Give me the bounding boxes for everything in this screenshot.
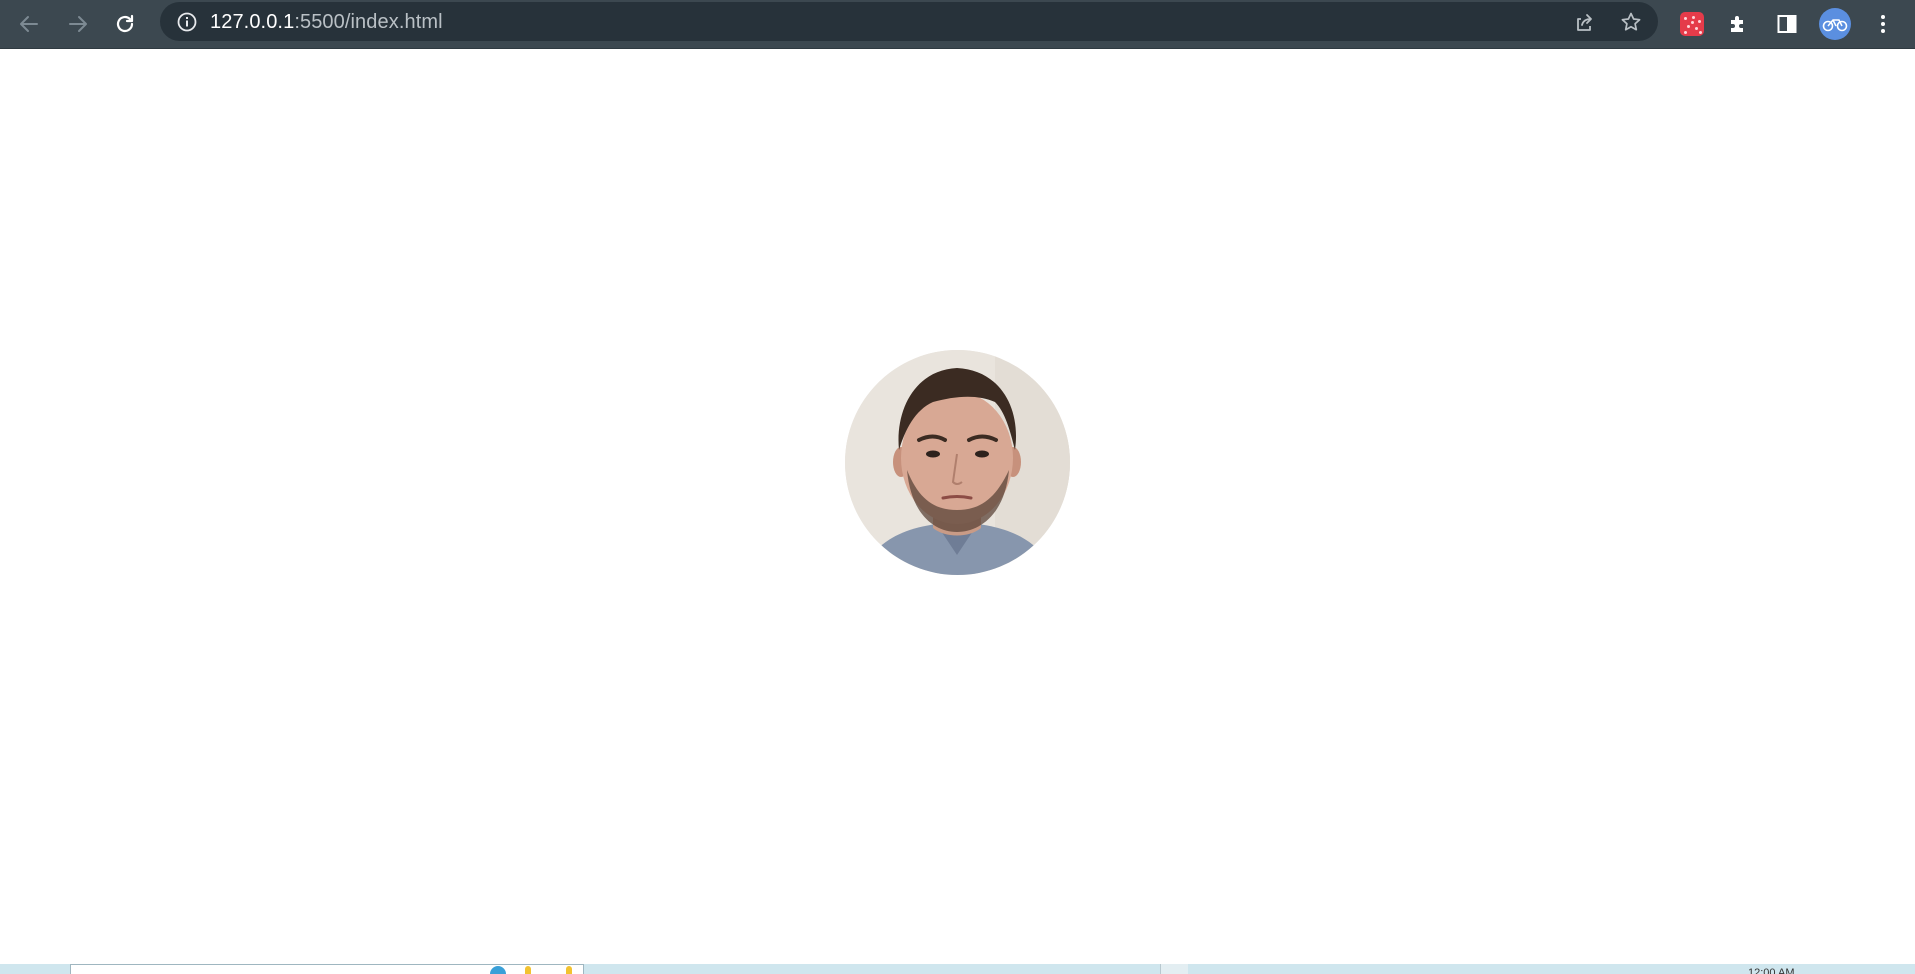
profile-photo	[845, 350, 1070, 575]
browser-menu-button[interactable]	[1866, 7, 1900, 41]
page-content	[0, 49, 1915, 964]
url-host: 127.0.0.1	[210, 11, 295, 33]
arrow-left-icon	[20, 16, 38, 32]
side-panel-button[interactable]	[1770, 7, 1804, 41]
extension-button[interactable]	[1675, 7, 1709, 41]
browser-toolbar: 127.0.0.1:5500/index.html	[0, 0, 1915, 49]
extensions-menu-button[interactable]	[1722, 7, 1756, 41]
back-button[interactable]	[11, 6, 47, 42]
share-button[interactable]	[1570, 8, 1598, 36]
reload-button[interactable]	[107, 6, 143, 42]
taskbar-app-icon[interactable]	[525, 966, 531, 974]
side-panel-icon	[1777, 15, 1797, 33]
red-extension-icon	[1680, 12, 1704, 36]
address-bar[interactable]: 127.0.0.1:5500/index.html	[160, 2, 1658, 41]
reload-icon	[116, 14, 134, 33]
taskbar-window-thumbnail[interactable]	[70, 964, 584, 974]
forward-button[interactable]	[60, 6, 96, 42]
url-path: :5500/index.html	[294, 11, 443, 33]
share-icon	[1577, 14, 1592, 31]
arrow-right-icon	[69, 16, 87, 32]
star-icon	[1621, 12, 1641, 31]
profile-avatar-icon	[1819, 8, 1851, 40]
taskbar-app-icon[interactable]	[566, 966, 572, 974]
portrait-image	[845, 350, 1070, 575]
kebab-menu-icon	[1881, 15, 1885, 33]
profile-button[interactable]	[1818, 7, 1852, 41]
taskbar-divider	[1160, 964, 1188, 974]
taskbar-clock[interactable]: 12:00 AM	[1748, 964, 1808, 974]
bicycle-icon	[1822, 19, 1848, 32]
puzzle-icon	[1731, 16, 1743, 32]
bookmark-button[interactable]	[1617, 8, 1645, 36]
info-icon[interactable]	[176, 11, 198, 33]
address-url[interactable]: 127.0.0.1:5500/index.html	[210, 11, 443, 33]
